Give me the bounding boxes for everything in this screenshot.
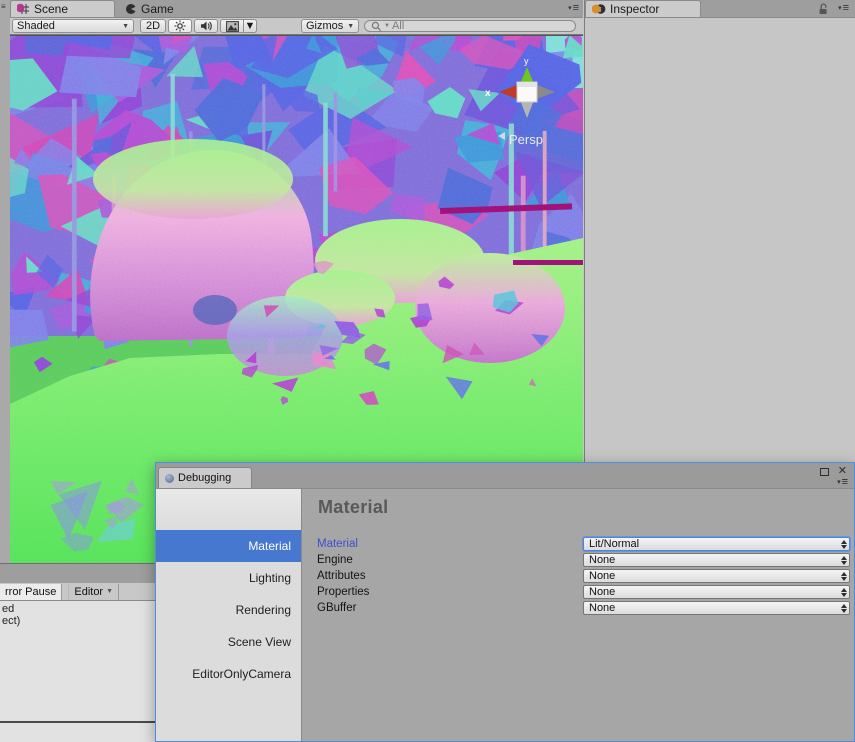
2d-label: 2D [146, 20, 160, 32]
image-icon [226, 21, 239, 32]
console-detail-pane [0, 723, 156, 742]
properties-dropdown-value: None [589, 586, 836, 598]
tab-inspector[interactable]: i Inspector [585, 0, 701, 17]
inspector-lock-button[interactable] [815, 0, 832, 17]
lock-open-icon [818, 3, 829, 15]
inspector-window-menu[interactable]: ▾ ≡ [834, 0, 853, 17]
scene-toolbar: Shaded ▼ 2D [10, 18, 583, 35]
dropdown-arrow-icon: ▾ [837, 479, 841, 486]
updown-arrows-icon [840, 604, 847, 613]
gbuffer-dropdown-value: None [589, 602, 836, 614]
dropdown-arrow-icon: ▼ [347, 23, 354, 30]
effects-dropdown[interactable]: ▼ [244, 19, 257, 33]
dropdown-arrow-icon: ▾ [838, 5, 842, 12]
engine-dropdown[interactable]: None [583, 553, 850, 567]
speaker-icon [200, 20, 213, 32]
scene-tab-icon [17, 3, 30, 15]
tab-scene[interactable]: Scene [10, 0, 115, 17]
offscreen-menu-icon: ≡ [1, 2, 6, 11]
tab-game[interactable]: Game [115, 0, 225, 17]
lighting-toggle-button[interactable] [168, 19, 192, 33]
console-window: rror Pause Editor ▼ ed ect) [0, 563, 156, 742]
dropdown-arrow-icon: ▼ [122, 23, 129, 30]
game-tab-label: Game [141, 2, 174, 16]
updown-arrows-icon [840, 540, 847, 549]
console-tab-strip [0, 563, 156, 583]
gizmos-label: Gizmos [306, 20, 343, 32]
effects-toggle-button[interactable] [220, 19, 244, 33]
shading-mode-value: Shaded [17, 20, 55, 32]
editor-dropdown-label: Editor [74, 586, 103, 598]
debugging-tab-label: Debugging [178, 472, 231, 484]
panel-title: Material [318, 497, 388, 518]
audio-toggle-button[interactable] [194, 19, 218, 33]
sidebar-item-editoronlycamera[interactable]: EditorOnlyCamera [156, 658, 301, 690]
game-tab-icon [125, 3, 137, 15]
properties-dropdown[interactable]: None [583, 585, 850, 599]
material-dropdown[interactable]: Lit/Normal [583, 537, 850, 551]
inspector-tabbar: i Inspector ▾ ≡ [585, 0, 855, 18]
gizmo-x-label: x [485, 88, 491, 99]
sidebar-item-rendering[interactable]: Rendering [156, 594, 301, 626]
attributes-dropdown-value: None [589, 570, 836, 582]
console-toolbar: rror Pause Editor ▼ [0, 583, 156, 601]
shading-mode-dropdown[interactable]: Shaded ▼ [12, 19, 134, 33]
dropdown-arrow-icon: ▾ [568, 5, 572, 12]
error-pause-button[interactable]: rror Pause [0, 584, 62, 600]
sidebar-item-lighting[interactable]: Lighting [156, 562, 301, 594]
updown-arrows-icon [840, 572, 847, 581]
engine-row-label: Engine [317, 554, 583, 566]
debugging-tab-icon [165, 474, 174, 483]
2d-toggle-button[interactable]: 2D [140, 19, 166, 33]
scene-tab-label: Scene [34, 2, 68, 16]
debugging-sidebar: Material Lighting Rendering Scene View E… [156, 489, 302, 741]
dropdown-arrow-icon: ▼ [106, 588, 113, 595]
search-placeholder: All [392, 20, 404, 32]
menu-icon: ≡ [573, 3, 579, 14]
attributes-dropdown[interactable]: None [583, 569, 850, 583]
inspector-tab-icon: i [592, 3, 606, 15]
updown-arrows-icon [840, 588, 847, 597]
updown-arrows-icon [840, 556, 847, 565]
scene-window-menu[interactable]: ▾ ≡ [564, 0, 583, 17]
search-filter-arrow-icon: ▼ [384, 23, 390, 29]
inspector-tab-label: Inspector [610, 2, 659, 16]
log-line[interactable]: ed [2, 603, 156, 615]
menu-icon: ≡ [842, 477, 848, 488]
debugging-window: Debugging ✕ ▾ ≡ Material Lighting Render… [155, 462, 855, 742]
sun-icon [174, 20, 186, 32]
error-pause-label: rror Pause [5, 586, 56, 598]
dropdown-arrow-icon: ▼ [245, 20, 256, 32]
material-dropdown-value: Lit/Normal [589, 538, 836, 550]
sidebar-item-scene-view[interactable]: Scene View [156, 626, 301, 658]
console-log-list: ed ect) [0, 601, 156, 721]
scene-search-input[interactable]: ▼ All [364, 20, 576, 32]
search-icon [371, 21, 382, 32]
gbuffer-dropdown[interactable]: None [583, 601, 850, 615]
tab-debugging[interactable]: Debugging [158, 467, 252, 488]
engine-dropdown-value: None [589, 554, 836, 566]
material-row-label: Material [317, 538, 583, 550]
debugging-header: Debugging ✕ ▾ ≡ [156, 463, 854, 489]
attributes-row-label: Attributes [317, 570, 583, 582]
menu-icon: ≡ [843, 3, 849, 14]
properties-row-label: Properties [317, 586, 583, 598]
gbuffer-row-label: GBuffer [317, 602, 583, 614]
debugging-material-panel: Material Material Lit/Normal Engine None [302, 489, 854, 741]
editor-attach-dropdown[interactable]: Editor ▼ [68, 584, 119, 600]
gizmo-persp-label[interactable]: Persp [509, 132, 543, 147]
gizmo-y-label: y [524, 56, 529, 66]
gizmos-dropdown[interactable]: Gizmos ▼ [301, 19, 359, 33]
debugging-window-menu[interactable]: ▾ ≡ [837, 477, 848, 488]
scene-tabbar: Scene Game ▾ ≡ [10, 0, 583, 18]
unity-editor: ≡ Scene Game [0, 0, 855, 742]
sidebar-item-material[interactable]: Material [156, 530, 301, 562]
log-line[interactable]: ect) [2, 615, 156, 627]
maximize-icon[interactable] [820, 468, 829, 476]
